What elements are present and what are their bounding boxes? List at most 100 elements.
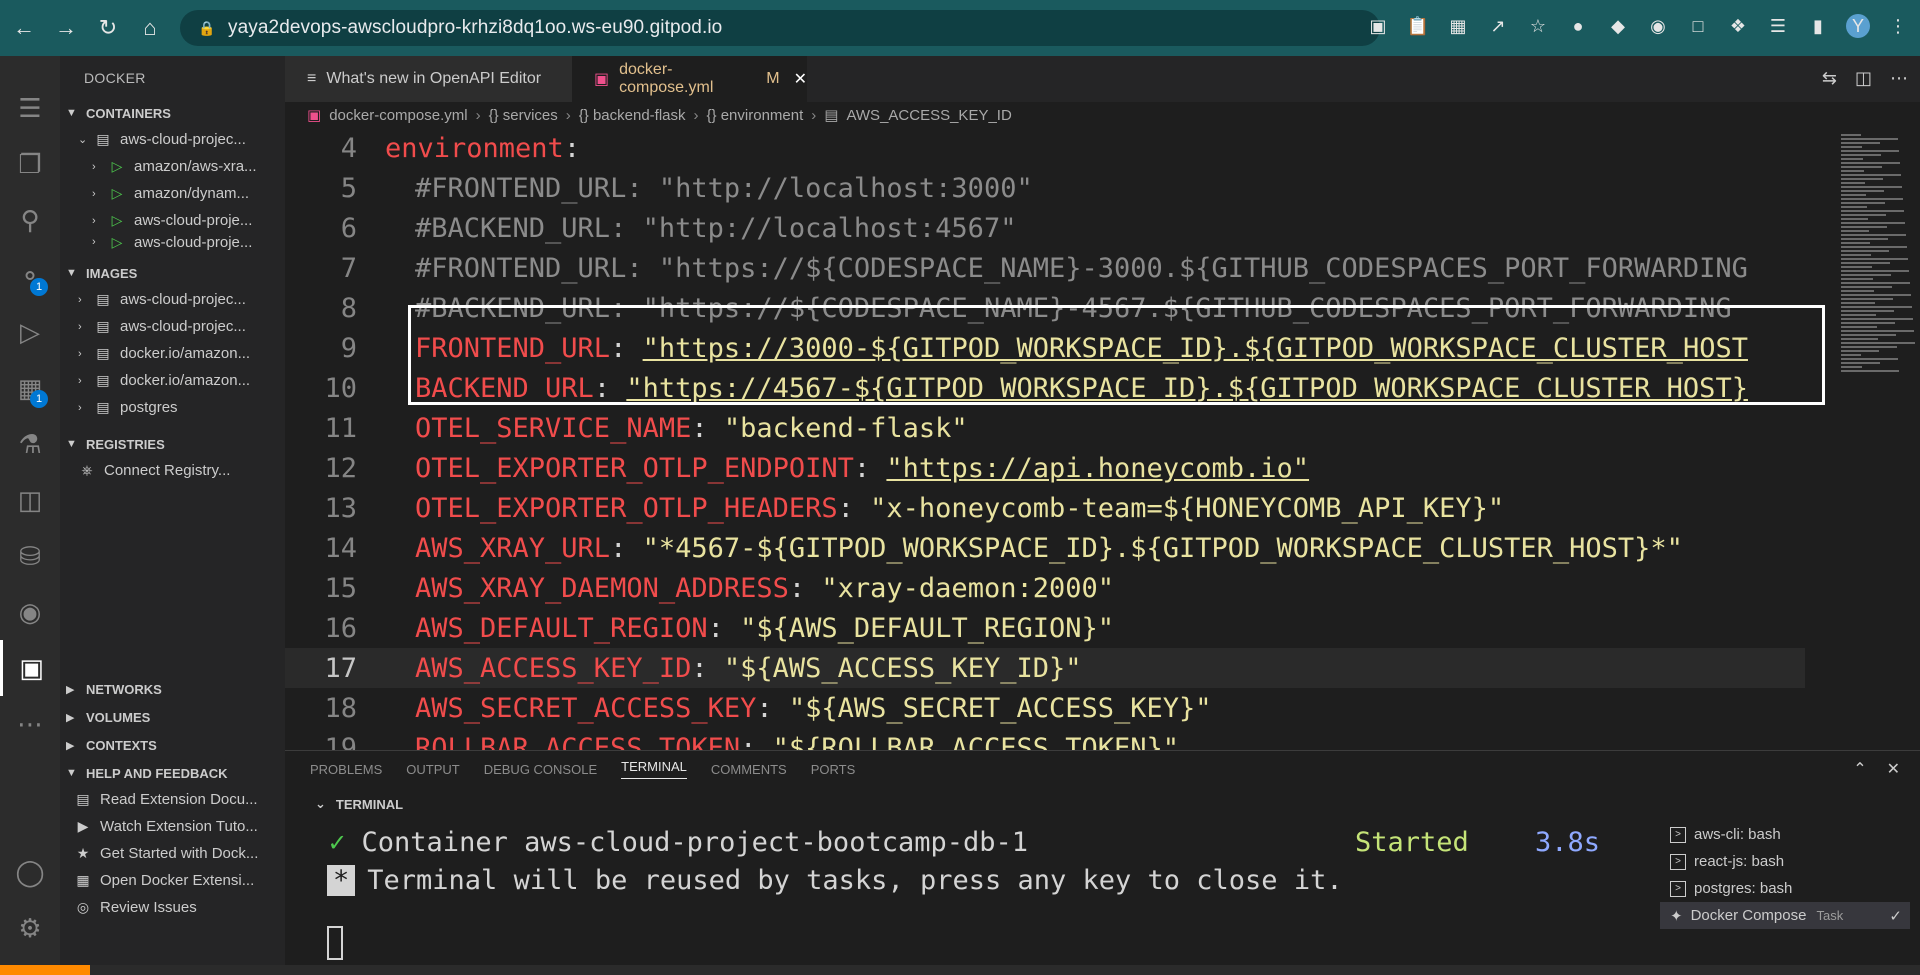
tab-docker-compose[interactable]: ▣ docker-compose.yml M ✕ [572,56,807,102]
code-line[interactable]: 12 OTEL_EXPORTER_OTLP_ENDPOINT: "https://… [285,448,1805,488]
media-icon[interactable]: ☰ [1766,14,1790,38]
volumes-section-header[interactable]: ▶ VOLUMES [60,704,285,730]
registries-section-header[interactable]: ▼ REGISTRIES [60,431,285,457]
tab-ports[interactable]: PORTS [811,762,856,777]
menu-dots-icon[interactable]: ⋮ [1886,14,1910,38]
image-item[interactable]: › ▤ docker.io/amazon... [60,367,285,394]
code-line[interactable]: 4 environment: [285,128,1805,168]
container-item[interactable]: › ▷ aws-cloud-proje... [60,234,285,250]
code-line[interactable]: 6 #BACKEND_URL: "http://localhost:4567" [285,208,1805,248]
extension-icon-3[interactable]: ◉ [1646,14,1670,38]
code-line[interactable]: 19 ROLLBAR_ACCESS_TOKEN: "${ROLLBAR_ACCES… [285,728,1805,751]
menu-icon[interactable]: ☰ [0,80,60,136]
tab-comments[interactable]: COMMENTS [711,762,787,777]
container-item[interactable]: › ▷ amazon/aws-xra... [60,153,285,180]
screenshot-icon[interactable]: □ [1686,14,1710,38]
testing-icon[interactable]: ⚗ [0,416,60,472]
extension-icon-1[interactable]: ● [1566,14,1590,38]
breadcrumb-item[interactable]: {} backend-flask [579,107,686,124]
image-item[interactable]: › ▤ postgres [60,394,285,421]
connect-registry-item[interactable]: ⎈ Connect Registry... [60,457,285,484]
translate-icon[interactable]: ▦ [1446,14,1470,38]
close-icon[interactable]: ✕ [1887,759,1900,779]
image-item[interactable]: › ▤ docker.io/amazon... [60,340,285,367]
bookmark-star-icon[interactable]: ☆ [1526,14,1550,38]
breadcrumb-item[interactable]: {} environment [707,107,804,124]
help-item[interactable]: ◎ Review Issues [60,894,285,921]
container-item[interactable]: › ▷ amazon/dynam... [60,180,285,207]
share-icon[interactable]: ↗ [1486,14,1510,38]
code-line[interactable]: 16 AWS_DEFAULT_REGION: "${AWS_DEFAULT_REG… [285,608,1805,648]
source-control-icon[interactable]: ⚬ 1 [0,248,60,304]
tab-terminal[interactable]: TERMINAL [621,759,687,779]
code-line[interactable]: 7 #FRONTEND_URL: "https://${CODESPACE_NAM… [285,248,1805,288]
container-group[interactable]: ⌄ ▤ aws-cloud-projec... [60,126,285,153]
containers-section-header[interactable]: ▼ CONTAINERS [60,100,285,126]
openapi-icon[interactable]: ◫ [0,472,60,528]
search-icon[interactable]: ⚲ [0,192,60,248]
compare-changes-icon[interactable]: ⇆ [1822,68,1837,89]
terminal-item[interactable]: > postgres: bash [1660,875,1910,902]
home-icon[interactable]: ⌂ [132,10,168,46]
help-item[interactable]: ▦ Open Docker Extensi... [60,867,285,894]
networks-section-header[interactable]: ▶ NETWORKS [60,676,285,702]
code-line[interactable]: 15 AWS_XRAY_DAEMON_ADDRESS: "xray-daemon:… [285,568,1805,608]
profile-avatar[interactable]: Y [1846,14,1870,38]
code-line[interactable]: 11 OTEL_SERVICE_NAME: "backend-flask" [285,408,1805,448]
extensions-icon[interactable]: ▦ 1 [0,360,60,416]
back-icon[interactable]: ← [6,10,42,46]
image-item[interactable]: › ▤ aws-cloud-projec... [60,313,285,340]
line-code: AWS_XRAY_DAEMON_ADDRESS: "xray-daemon:20… [375,573,1795,604]
explorer-icon[interactable]: ❐ [0,136,60,192]
code-line[interactable]: 17 AWS_ACCESS_KEY_ID: "${AWS_ACCESS_KEY_I… [285,648,1805,688]
help-section-header[interactable]: ▼ HELP AND FEEDBACK [60,760,285,786]
tab-debug-console[interactable]: DEBUG CONSOLE [484,762,597,777]
breadcrumb-item[interactable]: {} services [489,107,558,124]
terminal-output[interactable]: ✓ Container aws-cloud-project-bootcamp-d… [315,821,1655,966]
extension-icon-2[interactable]: ◆ [1606,14,1630,38]
code-line[interactable]: 13 OTEL_EXPORTER_OTLP_HEADERS: "x-honeyco… [285,488,1805,528]
help-item[interactable]: ★ Get Started with Dock... [60,840,285,867]
breadcrumb-item[interactable]: AWS_ACCESS_KEY_ID [846,107,1011,124]
settings-gear-icon[interactable]: ⚙ [0,900,60,956]
terminal-header[interactable]: ⌄ TERMINAL [285,791,1655,817]
sidepanel-icon[interactable]: ▮ [1806,14,1830,38]
database-icon[interactable]: ⛁ [0,528,60,584]
help-item[interactable]: ▶ Watch Extension Tuto... [60,813,285,840]
run-debug-icon[interactable]: ▷ [0,304,60,360]
puzzle-icon[interactable]: ❖ [1726,14,1750,38]
code-line[interactable]: 14 AWS_XRAY_URL: "*4567-${GITPOD_WORKSPAC… [285,528,1805,568]
forward-icon[interactable]: → [48,10,84,46]
tab-problems[interactable]: PROBLEMS [310,762,382,777]
install-app-icon[interactable]: ▣ [1366,14,1390,38]
address-bar[interactable]: 🔒 yaya2devops-awscloudpro-krhzi8dq1oo.ws… [180,10,1380,46]
breadcrumb-item[interactable]: docker-compose.yml [329,107,467,124]
address-url[interactable]: yaya2devops-awscloudpro-krhzi8dq1oo.ws-e… [228,17,722,39]
images-section-header[interactable]: ▼ IMAGES [60,260,285,286]
contexts-section-header[interactable]: ▶ CONTEXTS [60,732,285,758]
terminal-item[interactable]: > react-js: bash [1660,848,1910,875]
help-item[interactable]: ▤ Read Extension Docu... [60,786,285,813]
tab-openapi-whats-new[interactable]: ≡ What's new in OpenAPI Editor [285,56,572,102]
code-editor[interactable]: 4 environment: 5 #FRONTEND_URL: "http://loc… [285,128,1920,750]
tab-output[interactable]: OUTPUT [406,762,459,777]
clipboard-icon[interactable]: 📋 [1406,14,1430,38]
terminal-item[interactable]: > aws-cli: bash [1660,821,1910,848]
maximize-panel-icon[interactable]: ⌃ [1853,759,1866,779]
account-icon[interactable]: ◯ [0,844,60,900]
reload-icon[interactable]: ↻ [90,10,126,46]
docker-icon[interactable]: ▣ [0,640,60,696]
more-icon[interactable]: ⋯ [0,696,60,752]
code-line[interactable]: 18 AWS_SECRET_ACCESS_KEY: "${AWS_SECRET_A… [285,688,1805,728]
close-icon[interactable]: ✕ [794,69,807,89]
github-icon[interactable]: ◉ [0,584,60,640]
yaml-colon: : [837,492,871,524]
split-editor-icon[interactable]: ◫ [1855,68,1872,89]
gitpod-status-item[interactable] [0,965,90,975]
container-item[interactable]: › ▷ aws-cloud-proje... [60,207,285,234]
image-item[interactable]: › ▤ aws-cloud-projec... [60,286,285,313]
code-line[interactable]: 5 #FRONTEND_URL: "http://localhost:3000" [285,168,1805,208]
minimap[interactable] [1825,128,1920,750]
more-actions-icon[interactable]: ⋯ [1890,68,1908,89]
terminal-item-active[interactable]: ✦ Docker Compose Task ✓ [1660,902,1910,929]
